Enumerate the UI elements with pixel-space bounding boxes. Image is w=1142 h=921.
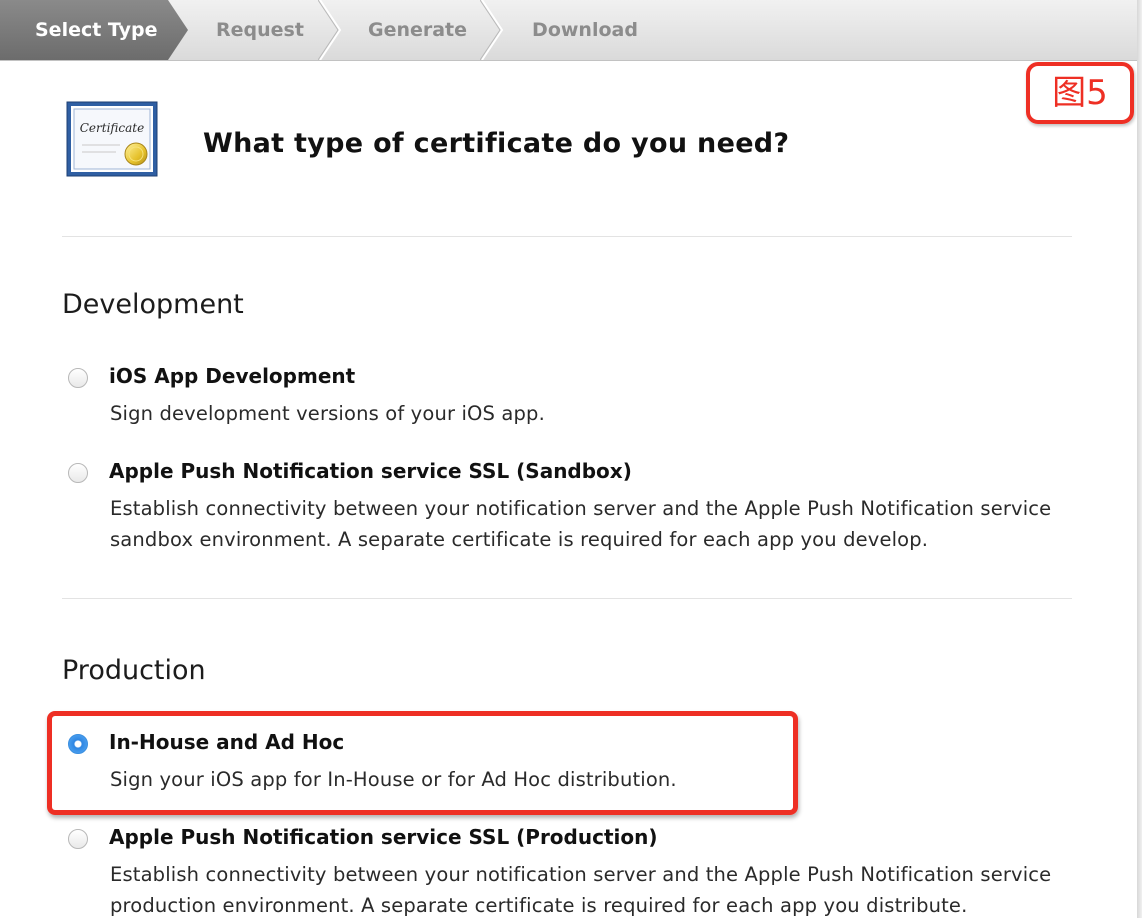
certificate-icon: Certificate <box>66 101 158 177</box>
active-step-arrow <box>168 0 188 60</box>
step-label: Select Type <box>35 19 158 41</box>
step-select-type[interactable]: Select Type <box>0 0 168 60</box>
option-title: Apple Push Notification service SSL (Pro… <box>109 825 658 849</box>
option-description: Sign your iOS app for In-House or for Ad… <box>110 768 677 791</box>
option-title: In-House and Ad Hoc <box>109 730 345 754</box>
certificate-icon-text: Certificate <box>80 121 144 135</box>
figure-label-badge: 图5 <box>1026 62 1134 124</box>
window-edge <box>1137 0 1142 918</box>
option-title: Apple Push Notification service SSL (San… <box>109 459 632 483</box>
step-separator-icon <box>318 0 342 60</box>
step-generate[interactable]: Generate <box>345 0 490 60</box>
radio-ios-app-development[interactable] <box>68 368 88 388</box>
step-request[interactable]: Request <box>190 0 330 60</box>
option-apns-sandbox[interactable]: Apple Push Notification service SSL (San… <box>68 459 1098 554</box>
option-description: Establish connectivity between your noti… <box>110 497 1052 551</box>
option-ios-app-development[interactable]: iOS App Development Sign development ver… <box>68 364 1098 425</box>
step-download[interactable]: Download <box>510 0 660 60</box>
divider <box>62 236 1072 237</box>
option-apns-production[interactable]: Apple Push Notification service SSL (Pro… <box>68 825 1098 918</box>
step-label: Download <box>532 19 638 41</box>
divider <box>62 598 1072 599</box>
option-description: Establish connectivity between your noti… <box>110 863 1052 917</box>
option-in-house-ad-hoc[interactable]: In-House and Ad Hoc Sign your iOS app fo… <box>68 730 1098 791</box>
step-label: Request <box>216 19 304 41</box>
radio-in-house-ad-hoc[interactable] <box>68 734 88 754</box>
section-title-development: Development <box>62 289 244 320</box>
radio-apns-sandbox[interactable] <box>68 463 88 483</box>
option-title: iOS App Development <box>109 364 356 388</box>
option-description: Sign development versions of your iOS ap… <box>110 402 545 425</box>
page-title: What type of certificate do you need? <box>203 128 790 159</box>
step-separator-icon <box>480 0 504 60</box>
step-label: Generate <box>367 19 468 41</box>
section-title-production: Production <box>62 655 206 686</box>
radio-apns-production[interactable] <box>68 829 88 849</box>
wizard-step-bar: Select Type Request Generate Download <box>0 0 1142 61</box>
